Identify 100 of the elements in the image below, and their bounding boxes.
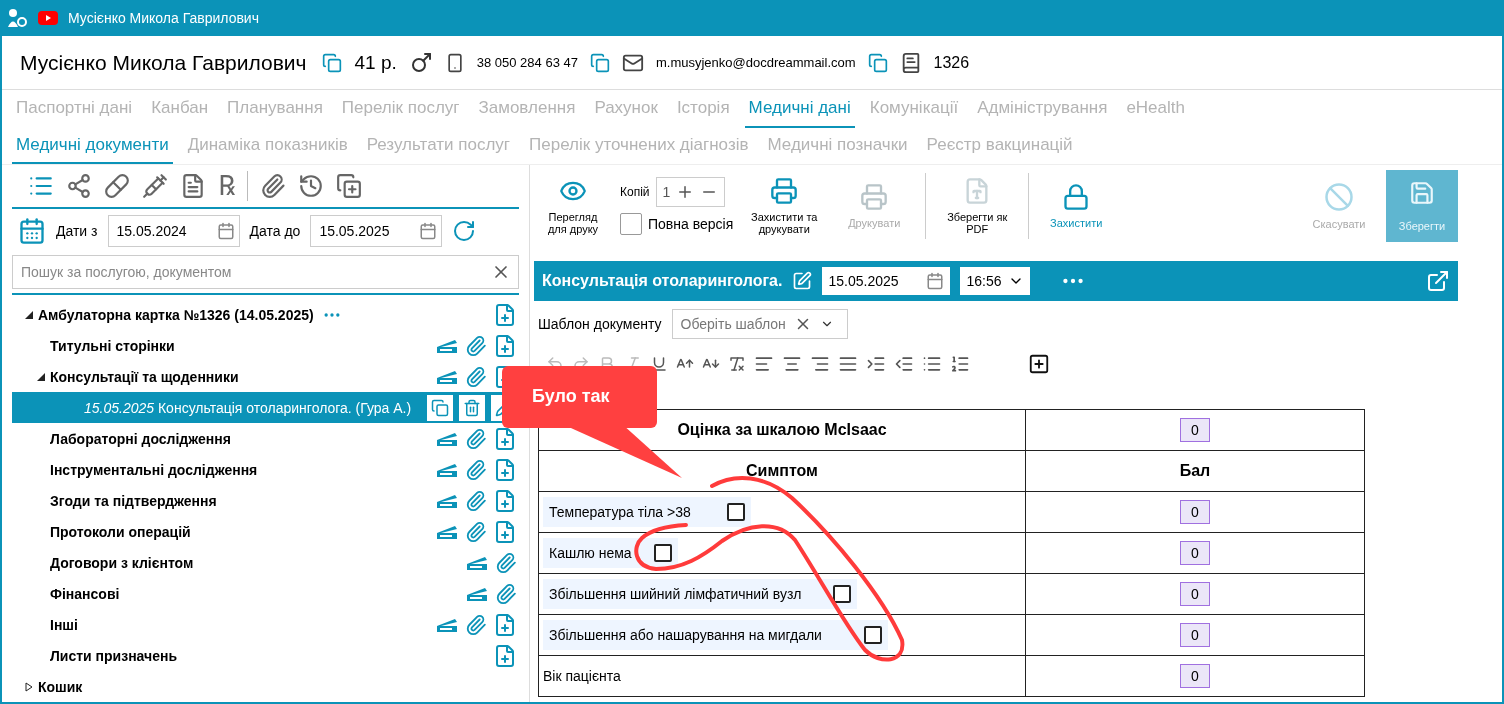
copies-label: Копій [620, 185, 650, 199]
score-value: 0 [1180, 500, 1210, 524]
score-value: 0 [1180, 623, 1210, 647]
indent-icon[interactable] [866, 354, 886, 374]
copy-icon[interactable] [867, 52, 888, 73]
tab[interactable]: Медичні документи [12, 128, 173, 164]
prescription-symbol[interactable]: ℞ [218, 172, 235, 200]
open-external-icon[interactable] [1426, 269, 1450, 293]
calendar-icon [419, 222, 438, 240]
tree-item-label: 15.05.2025 Консультація отоларинголога. (Гура А.) [84, 399, 412, 416]
paperclip-icon[interactable] [465, 458, 487, 481]
insert-icon[interactable] [1028, 353, 1050, 375]
date-from-field[interactable]: 15.05.2024 [107, 215, 240, 247]
paperclip-icon[interactable] [465, 334, 487, 357]
tab[interactable]: Медичні дані [744, 90, 855, 128]
tree-item[interactable]: Фінансові [12, 578, 519, 609]
printer-icon [770, 177, 799, 205]
refresh-icon[interactable] [452, 219, 477, 243]
copy-icon[interactable] [589, 52, 610, 73]
paperclip-icon[interactable] [465, 489, 487, 512]
collapsed-icon[interactable] [24, 681, 34, 692]
window-title: Мусієнко Микола Гаврилович [68, 10, 259, 26]
tree-item[interactable]: Листи призначень [12, 640, 519, 671]
time-dropdown[interactable]: 16:56 [960, 267, 1031, 295]
patient-phone: 38 050 284 63 47 [476, 55, 578, 70]
checkbox[interactable] [833, 585, 852, 603]
add-file-icon[interactable] [493, 457, 517, 482]
expanded-icon[interactable] [36, 371, 46, 382]
tree-item-label: Згоди та підтвердження [50, 492, 217, 509]
patient-age: 41 р. [354, 51, 397, 74]
edit-icon[interactable] [792, 271, 813, 291]
add-file-icon[interactable] [493, 333, 517, 358]
protect-print-button[interactable]: Захистити та друкувати [745, 177, 824, 235]
paperclip-icon[interactable] [495, 551, 517, 574]
symptom-label: Вік пацієнта [543, 668, 621, 684]
template-label: Шаблон документу [538, 316, 662, 332]
paperclip-icon[interactable] [465, 427, 487, 450]
checkbox[interactable] [726, 503, 745, 521]
callout-text: Було так [532, 386, 610, 407]
tree-item[interactable]: Протоколи операцій [12, 516, 519, 547]
template-dropdown[interactable]: Оберіть шаблон [671, 309, 848, 339]
paperclip-icon[interactable] [495, 582, 517, 605]
app-logo-icon [6, 7, 28, 29]
tree-item[interactable]: Кошик [12, 671, 519, 702]
align-right-icon[interactable] [810, 354, 830, 374]
checkbox[interactable] [863, 626, 882, 644]
expanded-icon[interactable] [24, 309, 34, 320]
copies-field[interactable]: 1 [655, 177, 726, 207]
tree-item[interactable]: Титульні сторінки [12, 330, 519, 361]
paperclip-icon[interactable] [465, 613, 487, 636]
date-to-label: Дата до [249, 223, 301, 239]
tree-item[interactable]: Договори з клієнтом [12, 547, 519, 578]
clear-format-icon[interactable] [728, 355, 746, 373]
add-file-icon[interactable] [493, 426, 517, 451]
copy-button[interactable] [427, 394, 453, 421]
bullet-list-icon[interactable] [922, 354, 942, 374]
date-field[interactable]: 15.05.2025 [822, 267, 951, 295]
paperclip-icon[interactable] [465, 520, 487, 543]
tree-item[interactable]: Амбулаторна картка №1326 (14.05.2025) [12, 299, 519, 330]
delete-button[interactable] [459, 394, 485, 421]
add-file-icon[interactable] [493, 302, 517, 327]
syringe-icon[interactable] [142, 173, 168, 199]
tree-item-label: Інші [50, 616, 78, 633]
card-number: 1326 [933, 53, 970, 72]
date-to-field[interactable]: 15.05.2025 [310, 215, 443, 247]
tree-item-label: Протоколи операцій [50, 523, 191, 540]
tree-item-label: Кошик [38, 678, 83, 695]
pdf-button[interactable]: Зберегти як PDF [938, 177, 1017, 235]
tree-item[interactable]: Інші [12, 609, 519, 640]
numbered-list-icon[interactable] [950, 354, 970, 374]
checkbox[interactable] [653, 544, 672, 562]
print-preview-button[interactable]: Перегляд для друку [538, 177, 608, 235]
add-file-icon[interactable] [493, 488, 517, 513]
add-file-icon[interactable] [493, 612, 517, 637]
tree-item[interactable]: Згоди та підтвердження [12, 485, 519, 516]
lock-button[interactable]: Захистити [1041, 183, 1112, 229]
align-justify-icon[interactable] [838, 354, 858, 374]
add-file-icon[interactable] [493, 519, 517, 544]
tree-item-label: Амбулаторна картка №1326 (14.05.2025) [38, 306, 314, 323]
paperclip-icon[interactable] [260, 173, 286, 199]
paperclip-icon[interactable] [465, 365, 487, 388]
copy-icon [431, 398, 449, 417]
align-center-icon[interactable] [782, 354, 802, 374]
hierarchy-icon[interactable] [66, 173, 92, 199]
checkbox[interactable] [620, 213, 642, 235]
add-copy-icon[interactable] [336, 173, 362, 199]
calendar-icon[interactable] [18, 217, 46, 245]
patient-email: m.musyjenko@docdreammail.com [655, 55, 856, 70]
tree-item[interactable]: Інструментальні дослідження [12, 454, 519, 485]
search-field[interactable]: Пошук за послугою, документом [12, 255, 519, 289]
add-file-icon[interactable] [493, 643, 517, 668]
tree-item[interactable]: Лабораторні дослідження [12, 423, 519, 454]
tree-item-label: Договори з клієнтом [50, 554, 194, 571]
copy-icon[interactable] [322, 52, 343, 73]
score-value: 0 [1180, 418, 1210, 442]
pill-icon[interactable] [104, 173, 130, 199]
document-icon[interactable] [180, 173, 206, 199]
outdent-icon[interactable] [894, 354, 914, 374]
history-icon[interactable] [298, 173, 324, 199]
align-left-icon[interactable] [754, 354, 774, 374]
